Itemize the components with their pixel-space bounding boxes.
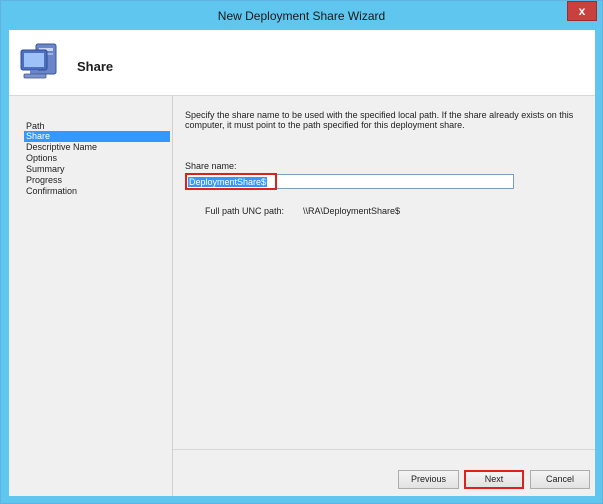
nav-item-summary[interactable]: Summary	[24, 164, 170, 175]
computer-icon	[20, 43, 57, 79]
share-name-label: Share name:	[185, 161, 237, 171]
wizard-window: New Deployment Share Wizard x Share Path…	[0, 0, 603, 504]
nav-item-share[interactable]: Share	[24, 131, 170, 142]
cancel-button[interactable]: Cancel	[530, 470, 590, 489]
share-name-highlight	[185, 173, 277, 190]
share-name-input[interactable]: DeploymentShare$	[185, 173, 514, 190]
button-bar-separator	[173, 449, 595, 450]
nav-item-progress[interactable]: Progress	[24, 175, 170, 186]
wizard-client-area: Share Path Share Descriptive Name Option…	[9, 30, 595, 496]
wizard-header: Share	[9, 30, 595, 96]
page-title: Share	[77, 59, 114, 74]
nav-item-descriptive-name[interactable]: Descriptive Name	[24, 142, 170, 153]
wizard-steps-nav: Path Share Descriptive Name Options Summ…	[9, 96, 171, 496]
title-bar[interactable]: New Deployment Share Wizard x	[1, 1, 602, 30]
close-button[interactable]: x	[567, 1, 597, 21]
window-title: New Deployment Share Wizard	[217, 9, 386, 23]
share-page-content: Specify the share name to be used with t…	[185, 110, 585, 216]
nav-item-confirmation[interactable]: Confirmation	[24, 186, 170, 197]
previous-button[interactable]: Previous	[398, 470, 459, 489]
unc-path-label: Full path UNC path:	[205, 206, 285, 216]
instructions-text: Specify the share name to be used with t…	[185, 110, 574, 130]
unc-path-value: \\RA\DeploymentShare$	[303, 206, 401, 216]
nav-item-options[interactable]: Options	[24, 153, 170, 164]
next-button[interactable]: Next	[464, 470, 524, 489]
nav-divider	[172, 96, 173, 496]
